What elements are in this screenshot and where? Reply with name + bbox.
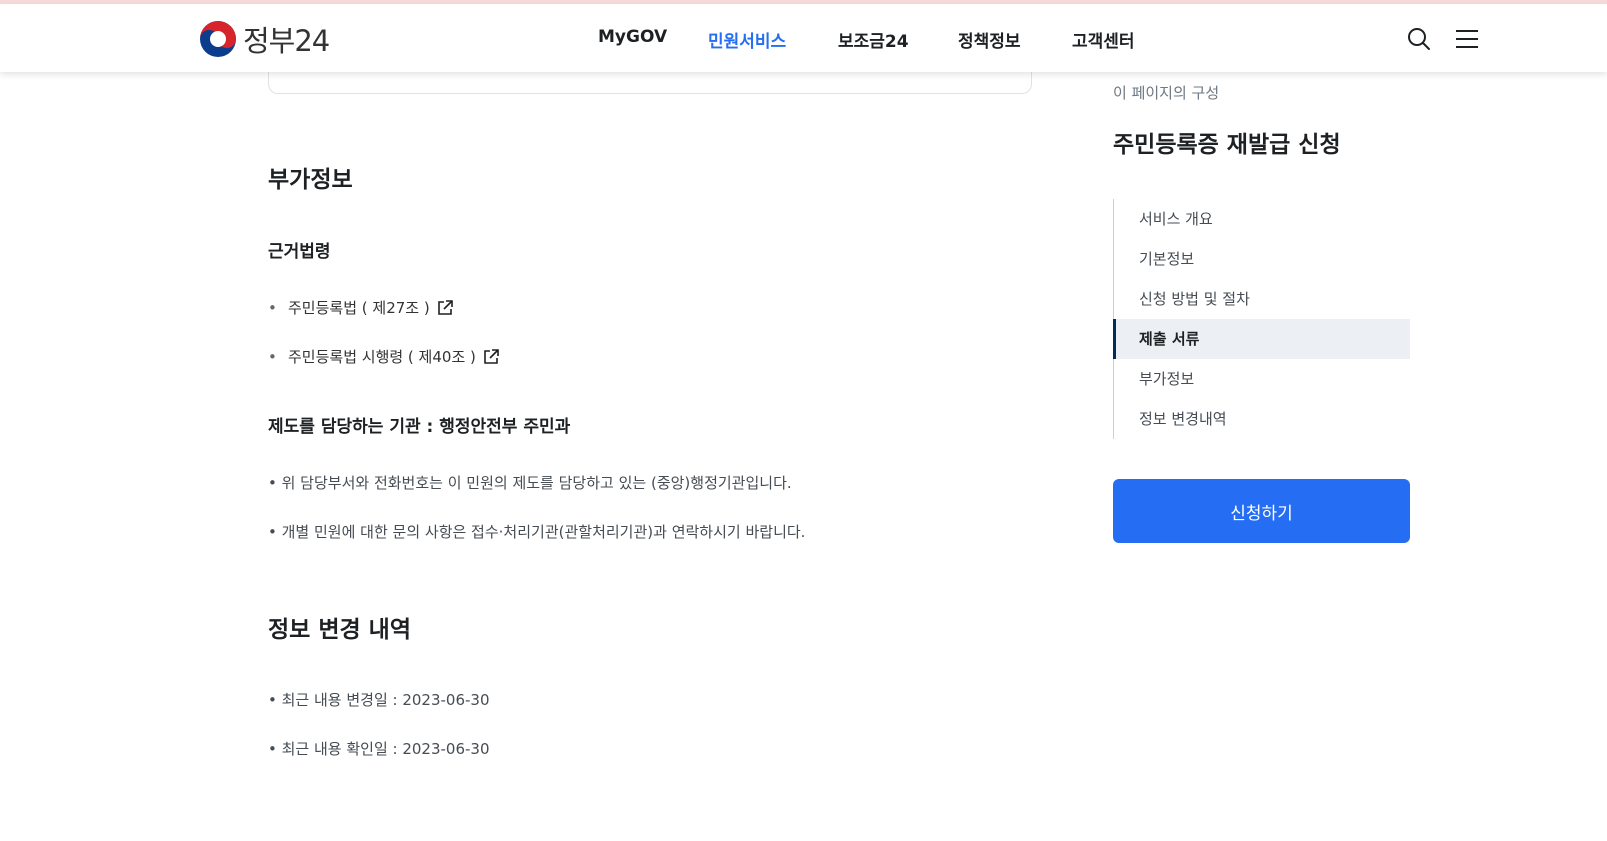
- main-nav: MyGOV 민원서비스 보조금24 정책정보 고객센터: [0, 4, 1607, 72]
- apply-button[interactable]: 신청하기: [1113, 479, 1410, 543]
- menu-icon[interactable]: [1454, 26, 1480, 52]
- law-link-text[interactable]: 주민등록법 시행령 ( 제40조 ): [288, 346, 476, 367]
- change-history-heading: 정보 변경 내역: [268, 617, 411, 643]
- toc-item-service-overview[interactable]: 서비스 개요: [1114, 199, 1410, 239]
- external-link-icon[interactable]: [482, 348, 500, 366]
- law-heading: 근거법령: [268, 242, 331, 262]
- nav-mygov[interactable]: MyGOV: [598, 27, 667, 47]
- bullet: •: [268, 298, 277, 317]
- toc-caption: 이 페이지의 구성: [1113, 84, 1220, 102]
- extra-info-heading: 부가정보: [268, 167, 353, 193]
- toc-item-basic-info[interactable]: 기본정보: [1114, 239, 1410, 279]
- law-item[interactable]: • 주민등록법 시행령 ( 제40조 ): [268, 346, 500, 367]
- nav-subsidy24[interactable]: 보조금24: [838, 27, 909, 52]
- nav-policy-info[interactable]: 정책정보: [958, 27, 1021, 52]
- site-header: 정부24 MyGOV 민원서비스 보조금24 정책정보 고객센터: [0, 4, 1607, 72]
- bullet: •: [268, 347, 277, 366]
- change-history-item: • 최근 내용 변경일 : 2023-06-30: [268, 691, 490, 709]
- toc-item-documents[interactable]: 제출 서류: [1113, 319, 1410, 359]
- toc-item-change-history[interactable]: 정보 변경내역: [1114, 399, 1410, 439]
- agency-note: • 개별 민원에 대한 문의 사항은 접수·처리기관(관할처리기관)과 연락하시…: [268, 523, 806, 541]
- toc-title: 주민등록증 재발급 신청: [1113, 132, 1341, 158]
- nav-civil-service[interactable]: 민원서비스: [708, 27, 786, 52]
- law-item[interactable]: • 주민등록법 ( 제27조 ): [268, 297, 454, 318]
- agency-note: • 위 담당부서와 전화번호는 이 민원의 제도를 담당하고 있는 (중앙)행정…: [268, 474, 792, 492]
- external-link-icon[interactable]: [436, 299, 454, 317]
- toc-item-apply-method[interactable]: 신청 방법 및 절차: [1114, 279, 1410, 319]
- nav-customer-center[interactable]: 고객센터: [1072, 27, 1135, 52]
- law-link-text[interactable]: 주민등록법 ( 제27조 ): [288, 297, 430, 318]
- toc-item-extra-info[interactable]: 부가정보: [1114, 359, 1410, 399]
- search-icon[interactable]: [1406, 26, 1432, 52]
- agency-heading: 제도를 담당하는 기관 : 행정안전부 주민과: [268, 417, 571, 437]
- change-history-item: • 최근 내용 확인일 : 2023-06-30: [268, 740, 490, 758]
- toc-list: 서비스 개요 기본정보 신청 방법 및 절차 제출 서류 부가정보 정보 변경내…: [1113, 199, 1410, 439]
